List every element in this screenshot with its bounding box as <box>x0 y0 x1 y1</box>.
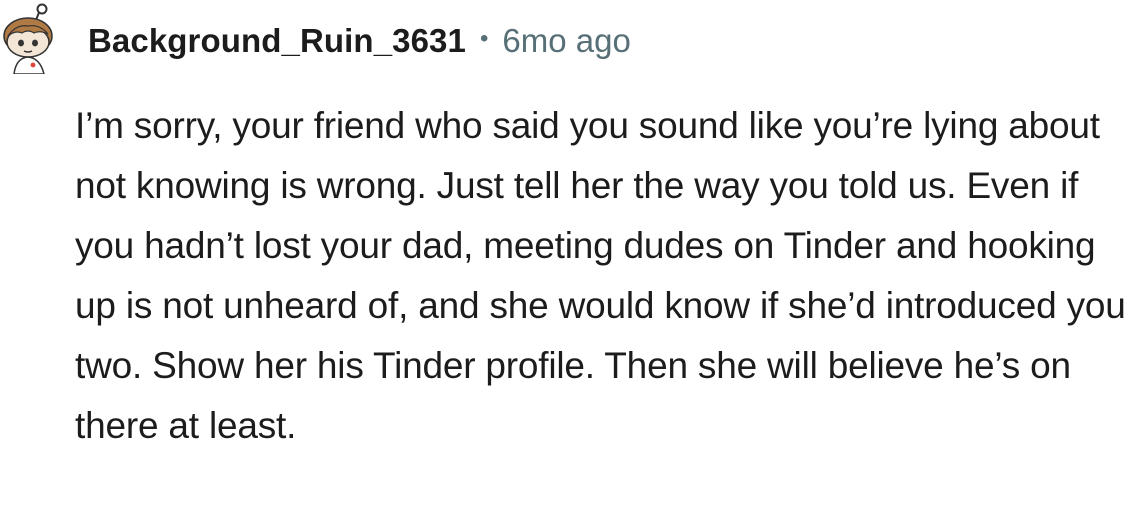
comment: Background_Ruin_3631 • 6mo ago I’m sorry… <box>0 0 1142 513</box>
meta-separator: • <box>479 25 489 52</box>
comment-header: Background_Ruin_3631 • 6mo ago <box>88 18 631 64</box>
comment-body: I’m sorry, your friend who said you soun… <box>75 105 1126 446</box>
snoo-avatar-icon[interactable] <box>0 2 60 74</box>
username[interactable]: Background_Ruin_3631 <box>88 22 466 60</box>
timestamp[interactable]: 6mo ago <box>502 22 630 60</box>
